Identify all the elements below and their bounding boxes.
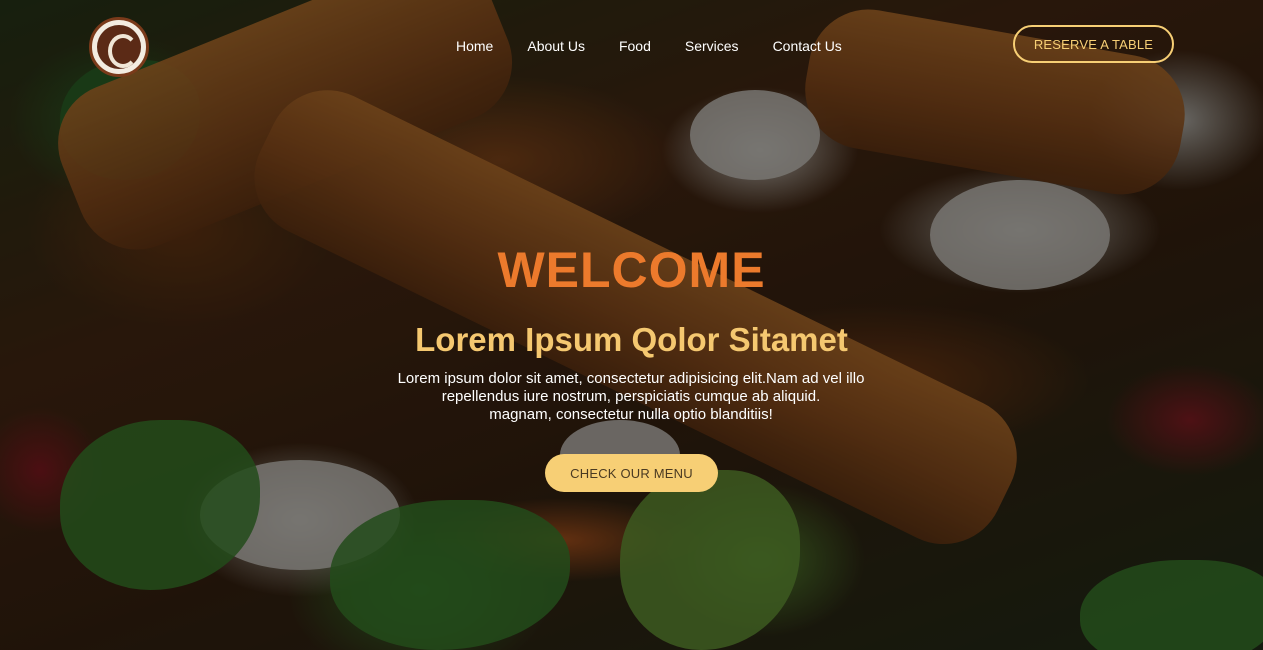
nav-home-link[interactable]: Home xyxy=(456,38,493,54)
main-nav: Home About Us Food Services Contact Us xyxy=(456,38,876,54)
hero-description: Lorem ipsum dolor sit amet, consectetur … xyxy=(366,370,896,424)
nav-contact-link[interactable]: Contact Us xyxy=(773,38,842,54)
nav-food-link[interactable]: Food xyxy=(619,38,651,54)
restaurant-logo-icon[interactable] xyxy=(89,17,149,77)
nav-services-link[interactable]: Services xyxy=(685,38,739,54)
hero-description-line: repellendus iure nostrum, perspiciatis c… xyxy=(441,388,821,405)
hero-subtitle: Lorem Ipsum Qolor Sitamet xyxy=(415,321,848,358)
hero-description-line: magnam, consectetur nulla optio blanditi… xyxy=(489,406,773,423)
site-header: Home About Us Food Services Contact Us R… xyxy=(0,0,1263,92)
welcome-heading: WELCOME xyxy=(497,242,766,298)
check-menu-button[interactable]: CHECK OUR MENU xyxy=(545,454,718,492)
hero-description-line: Lorem ipsum dolor sit amet, consectetur … xyxy=(397,370,865,387)
reserve-table-button[interactable]: RESERVE A TABLE xyxy=(1013,25,1174,63)
nav-about-link[interactable]: About Us xyxy=(527,38,585,54)
